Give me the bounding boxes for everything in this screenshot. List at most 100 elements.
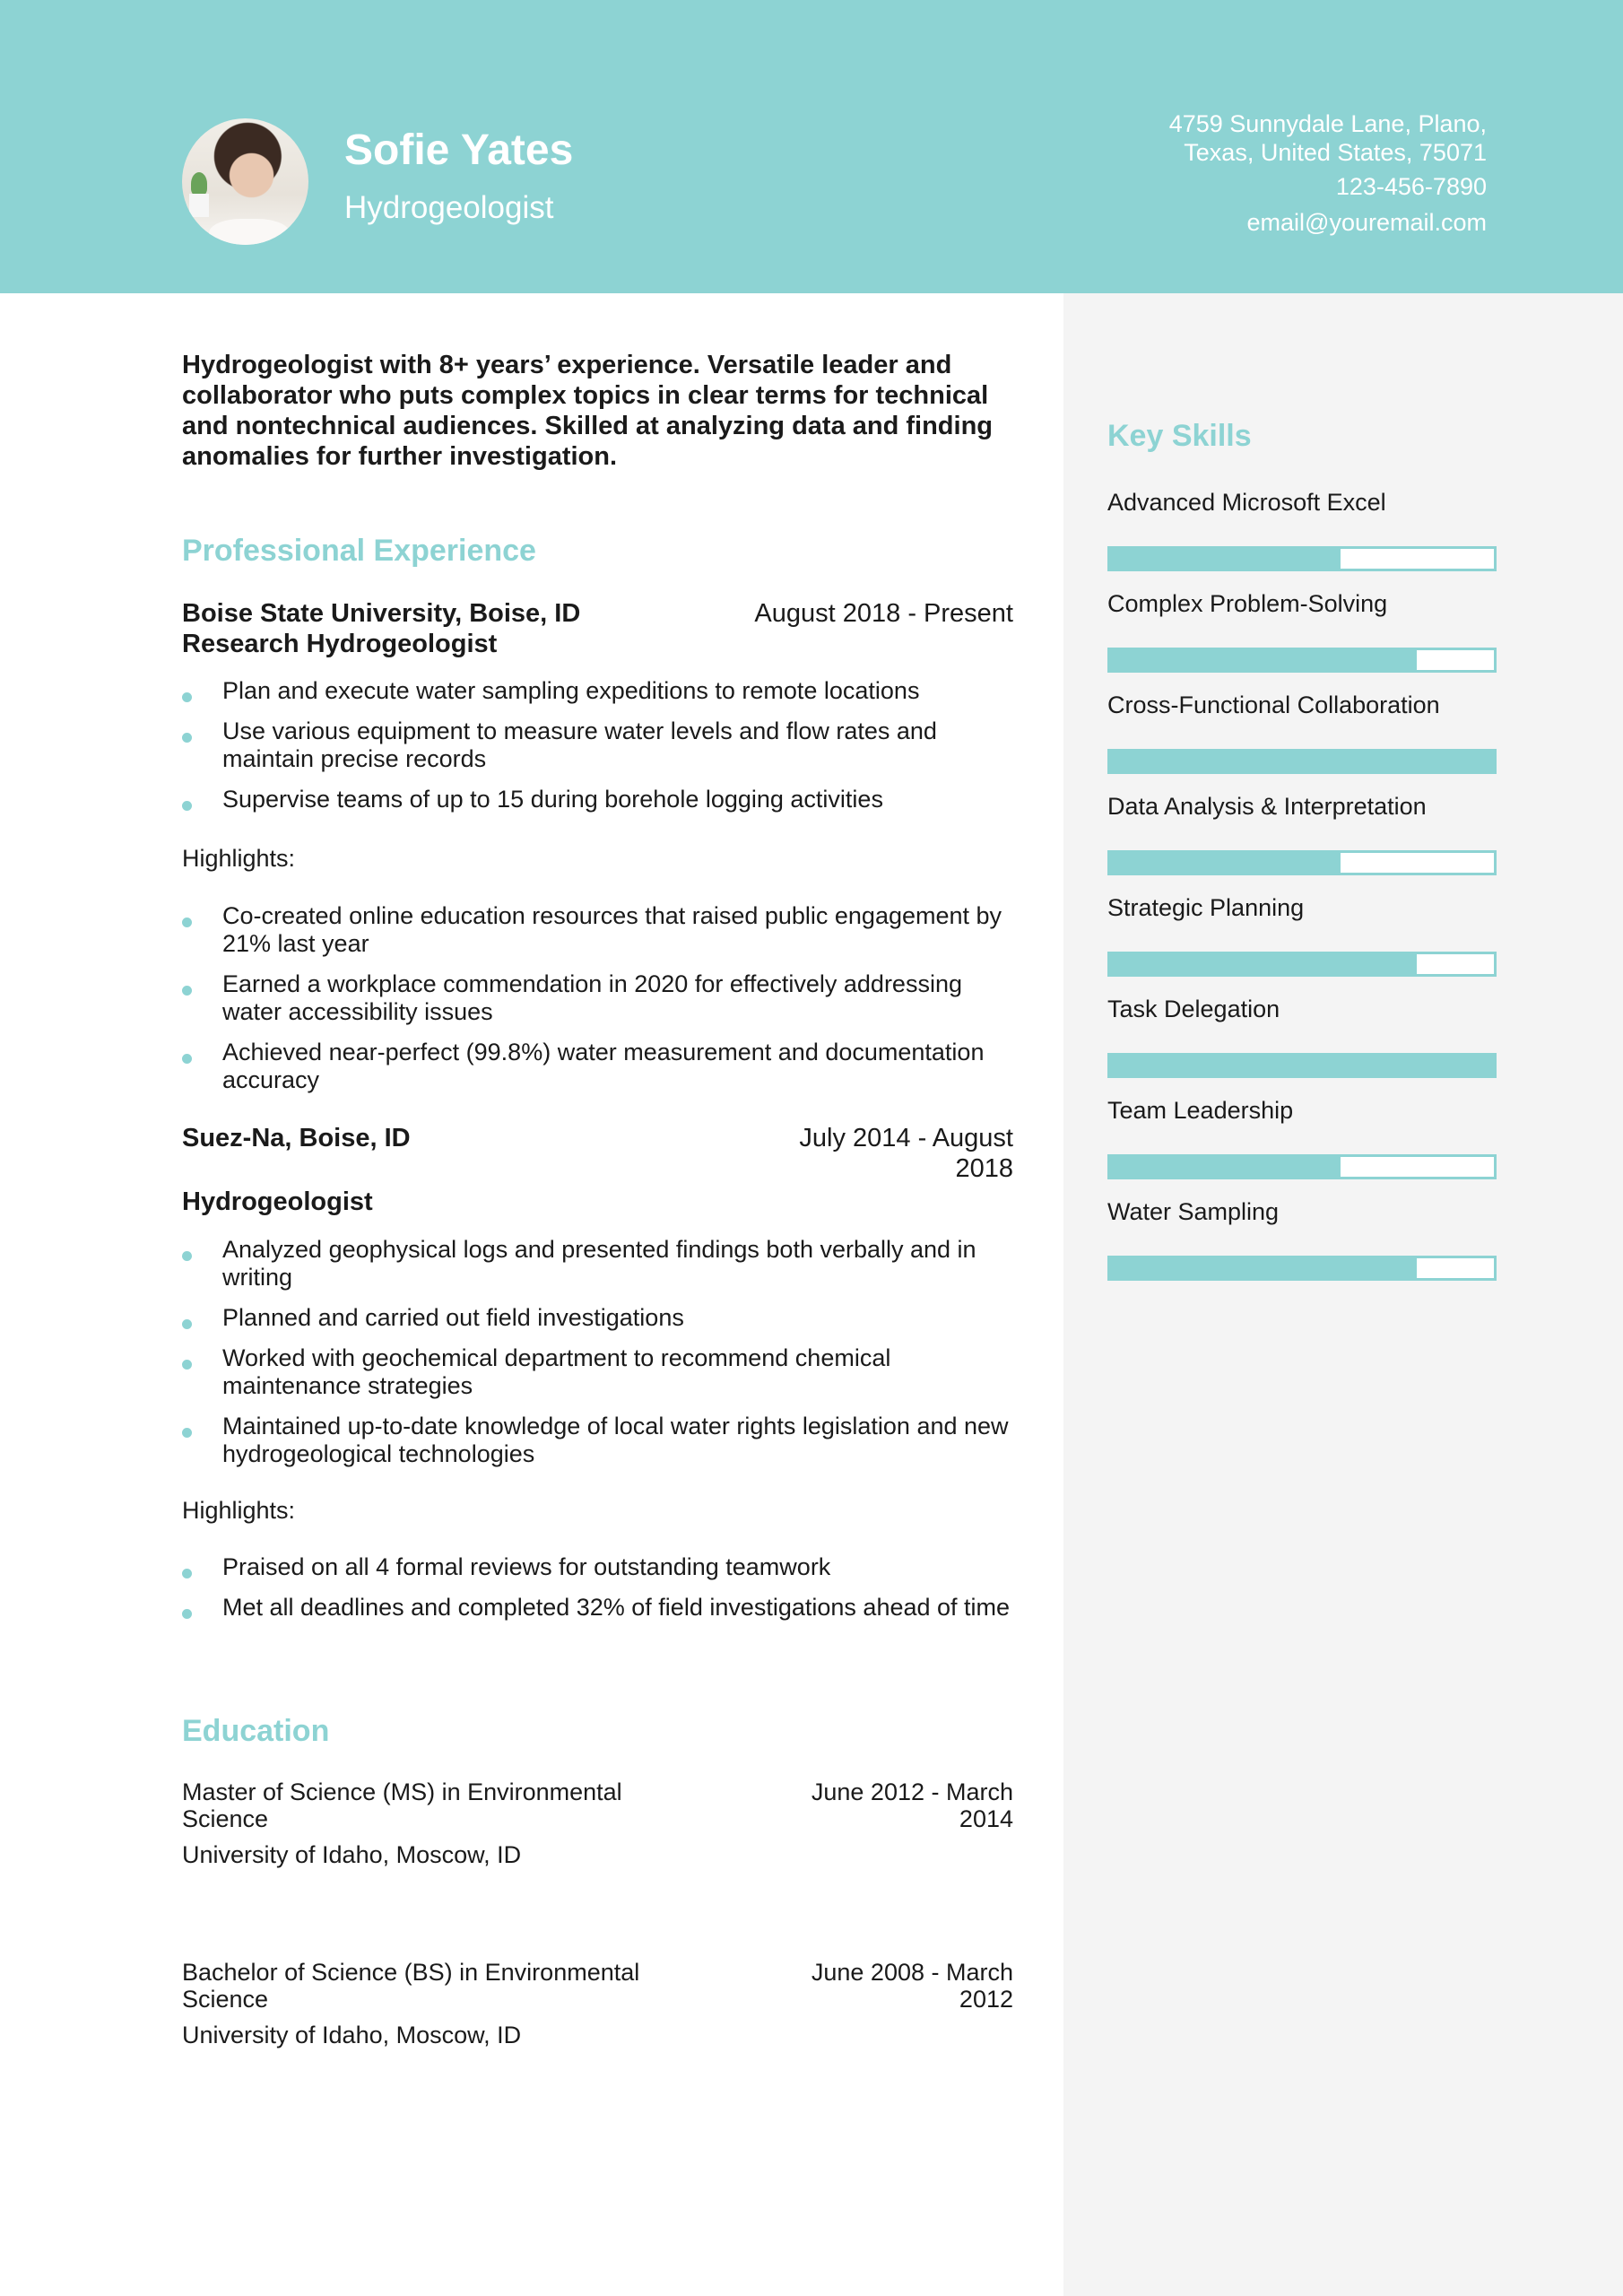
edu-dates: June 2008 - March 2012 bbox=[811, 1959, 1013, 2013]
contact-info: 4759 Sunnydale Lane, Plano, Texas, Unite… bbox=[1020, 109, 1487, 244]
list-item: Plan and execute water sampling expediti… bbox=[182, 677, 1013, 705]
list-item: Planned and carried out field investigat… bbox=[182, 1304, 1013, 1332]
skill-item: Team Leadership bbox=[1107, 1095, 1497, 1179]
skill-label: Data Analysis & Interpretation bbox=[1107, 793, 1427, 820]
skill-label: Team Leadership bbox=[1107, 1097, 1294, 1124]
skill-label: Complex Problem-Solving bbox=[1107, 590, 1388, 617]
skill-level-bar bbox=[1107, 952, 1497, 977]
bullet-dot-icon bbox=[182, 1319, 192, 1329]
skill-item: Task Delegation bbox=[1107, 994, 1497, 1078]
job-highlights: Co-created online education resources th… bbox=[182, 902, 1013, 1107]
skill-level-bar bbox=[1107, 546, 1497, 571]
skill-level-fill bbox=[1107, 1256, 1418, 1281]
edu-dates: June 2012 - March 2014 bbox=[811, 1779, 1013, 1832]
bullet-dot-icon bbox=[182, 986, 192, 996]
bullet-text: Analyzed geophysical logs and presented … bbox=[222, 1236, 976, 1291]
candidate-title: Hydrogeologist bbox=[344, 190, 554, 225]
skill-item: Water Sampling bbox=[1107, 1196, 1497, 1281]
bullet-text: Planned and carried out field investigat… bbox=[222, 1304, 684, 1331]
skill-level-bar bbox=[1107, 1053, 1497, 1078]
bullet-dot-icon bbox=[182, 1360, 192, 1370]
skill-level-fill bbox=[1107, 952, 1418, 977]
edu-degree: Bachelor of Science (BS) in Environmenta… bbox=[182, 1959, 640, 2013]
address-line-2: Texas, United States, 75071 bbox=[1184, 139, 1487, 166]
sidebar: Key Skills Advanced Microsoft Excel Compl… bbox=[1063, 293, 1623, 2296]
skill-label: Task Delegation bbox=[1107, 996, 1280, 1022]
skill-level-bar bbox=[1107, 1256, 1497, 1281]
job-role: Research Hydrogeologist bbox=[182, 630, 498, 658]
candidate-name: Sofie Yates bbox=[344, 126, 574, 174]
bullet-dot-icon bbox=[182, 733, 192, 743]
skill-level-fill bbox=[1107, 1053, 1497, 1078]
skill-level-bar bbox=[1107, 648, 1497, 673]
address: 4759 Sunnydale Lane, Plano, Texas, Unite… bbox=[1020, 109, 1487, 167]
highlights-label: Highlights: bbox=[182, 845, 296, 872]
education-heading: Education bbox=[182, 1714, 330, 1748]
edu-school: University of Idaho, Moscow, ID bbox=[182, 2022, 522, 2048]
skill-level-bar bbox=[1107, 749, 1497, 774]
skill-item: Advanced Microsoft Excel bbox=[1107, 487, 1497, 571]
job-bullets: Analyzed geophysical logs and presented … bbox=[182, 1236, 1013, 1481]
bullet-dot-icon bbox=[182, 1251, 192, 1261]
skill-item: Cross-Functional Collaboration bbox=[1107, 690, 1497, 774]
bullet-dot-icon bbox=[182, 801, 192, 811]
education-item: Bachelor of Science (BS) in Environmenta… bbox=[182, 1959, 1013, 2048]
job-bullets: Plan and execute water sampling expediti… bbox=[182, 677, 1013, 826]
job-header: Boise State University, Boise, ID August… bbox=[182, 598, 1013, 659]
summary: Hydrogeologist with 8+ years’ experience… bbox=[182, 351, 993, 471]
profile-photo bbox=[182, 118, 308, 245]
edu-school: University of Idaho, Moscow, ID bbox=[182, 1841, 522, 1868]
skill-level-fill bbox=[1107, 546, 1341, 571]
list-item: Co-created online education resources th… bbox=[182, 902, 1013, 958]
bullet-dot-icon bbox=[182, 692, 192, 702]
job-header: Suez-Na, Boise, ID July 2014 - August 20… bbox=[182, 1123, 1013, 1217]
job-dates: July 2014 - August 2018 bbox=[799, 1124, 1013, 1183]
bullet-text: Use various equipment to measure water l… bbox=[222, 718, 937, 772]
list-item: Analyzed geophysical logs and presented … bbox=[182, 1236, 1013, 1292]
skill-level-fill bbox=[1107, 648, 1418, 673]
job-role: Hydrogeologist bbox=[182, 1187, 373, 1216]
skill-label: Water Sampling bbox=[1107, 1198, 1280, 1225]
email[interactable]: email@youremail.com bbox=[1020, 208, 1487, 237]
edu-degree: Master of Science (MS) in Environmental … bbox=[182, 1779, 622, 1832]
photo-plant bbox=[191, 172, 207, 196]
list-item: Met all deadlines and completed 32% of f… bbox=[182, 1594, 1013, 1622]
list-item: Praised on all 4 formal reviews for outs… bbox=[182, 1553, 1013, 1581]
bullet-dot-icon bbox=[182, 1054, 192, 1064]
list-item: Use various equipment to measure water l… bbox=[182, 718, 1013, 773]
skill-level-fill bbox=[1107, 1154, 1341, 1179]
bullet-dot-icon bbox=[182, 918, 192, 927]
skill-level-bar bbox=[1107, 1154, 1497, 1179]
list-item: Supervise teams of up to 15 during boreh… bbox=[182, 786, 1013, 813]
list-item: Worked with geochemical department to re… bbox=[182, 1344, 1013, 1400]
bullet-dot-icon bbox=[182, 1428, 192, 1438]
bullet-dot-icon bbox=[182, 1609, 192, 1619]
skill-item: Data Analysis & Interpretation bbox=[1107, 791, 1497, 875]
skill-label: Advanced Microsoft Excel bbox=[1107, 489, 1386, 516]
skill-level-fill bbox=[1107, 850, 1341, 875]
skill-level-bar bbox=[1107, 850, 1497, 875]
bullet-text: Maintained up-to-date knowledge of local… bbox=[222, 1413, 1009, 1467]
bullet-text: Earned a workplace commendation in 2020 … bbox=[222, 970, 962, 1025]
photo-pot bbox=[189, 194, 209, 217]
skill-item: Strategic Planning bbox=[1107, 892, 1497, 977]
skill-label: Strategic Planning bbox=[1107, 894, 1305, 921]
bullet-text: Plan and execute water sampling expediti… bbox=[222, 677, 920, 704]
bullet-dot-icon bbox=[182, 1569, 192, 1578]
address-line-1: 4759 Sunnydale Lane, Plano, bbox=[1168, 110, 1487, 137]
education-item: Master of Science (MS) in Environmental … bbox=[182, 1779, 1013, 1868]
bullet-text: Co-created online education resources th… bbox=[222, 902, 1002, 957]
list-item: Earned a workplace commendation in 2020 … bbox=[182, 970, 1013, 1026]
skill-label: Cross-Functional Collaboration bbox=[1107, 691, 1440, 718]
list-item: Achieved near-perfect (99.8%) water meas… bbox=[182, 1039, 1013, 1094]
bullet-text: Worked with geochemical department to re… bbox=[222, 1344, 891, 1399]
header: Sofie Yates Hydrogeologist 4759 Sunnydal… bbox=[0, 0, 1623, 293]
bullet-text: Achieved near-perfect (99.8%) water meas… bbox=[222, 1039, 985, 1093]
bullet-text: Praised on all 4 formal reviews for outs… bbox=[222, 1553, 831, 1580]
experience-heading: Professional Experience bbox=[182, 534, 536, 568]
bullet-text: Supervise teams of up to 15 during boreh… bbox=[222, 786, 883, 813]
job-dates: August 2018 - Present bbox=[754, 599, 1013, 628]
skill-level-fill bbox=[1107, 749, 1497, 774]
skill-item: Complex Problem-Solving bbox=[1107, 588, 1497, 673]
phone: 123-456-7890 bbox=[1335, 173, 1487, 200]
